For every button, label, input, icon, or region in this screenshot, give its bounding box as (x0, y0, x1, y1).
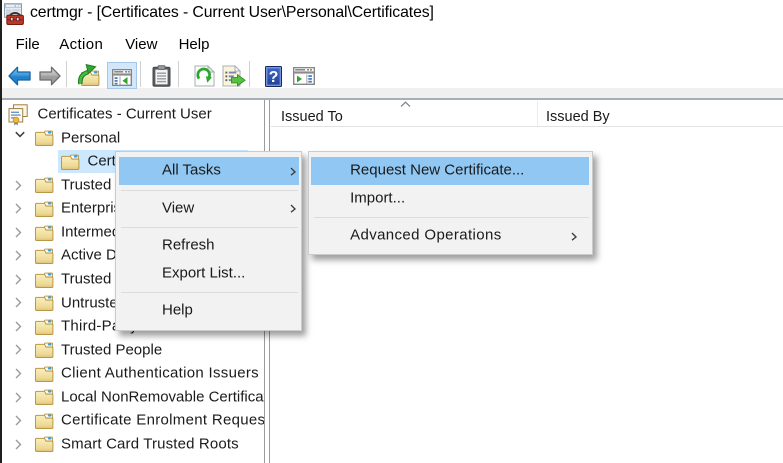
svg-text:?: ? (268, 69, 278, 86)
